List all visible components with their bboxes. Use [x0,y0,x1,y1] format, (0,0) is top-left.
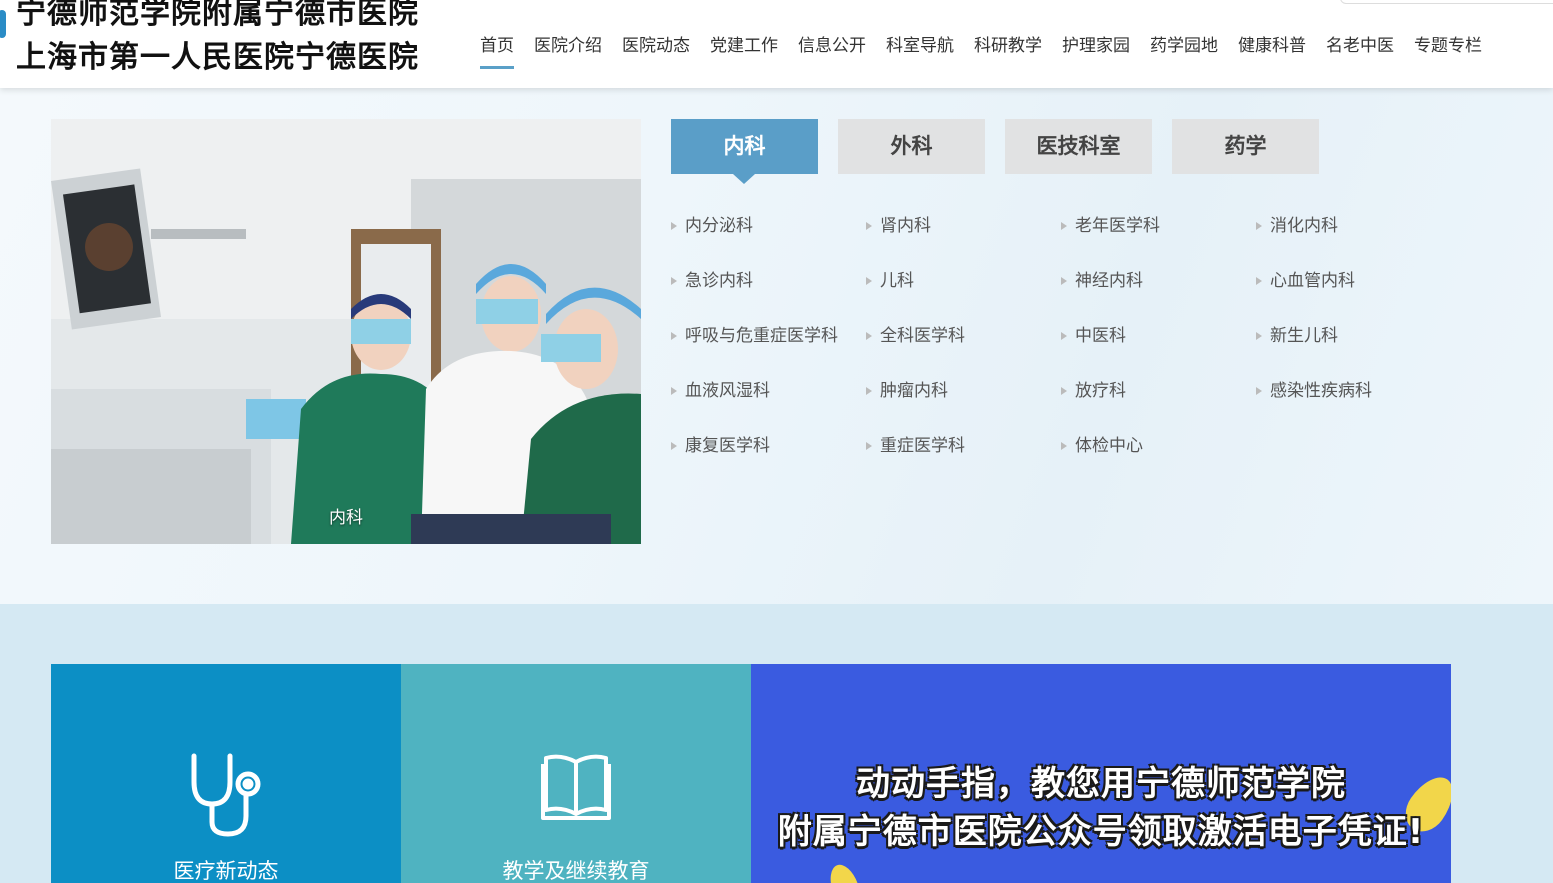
dept-link[interactable]: 感染性疾病科 [1256,375,1451,407]
dept-link[interactable]: 体检中心 [1061,430,1256,462]
tab-medical-technology[interactable]: 医技科室 [1005,119,1152,174]
dept-link[interactable]: 中医科 [1061,320,1256,352]
dept-link[interactable]: 急诊内科 [671,265,866,297]
bullet-icon [671,222,677,230]
tab-internal-medicine[interactable]: 内科 [671,119,818,184]
dept-link[interactable]: 血液风湿科 [671,375,866,407]
bullet-icon [1061,332,1067,340]
promo-banner[interactable]: 动动手指，教您用宁德师范学院 附属宁德市医院公众号领取激活电子凭证! [751,664,1451,883]
department-photo[interactable]: 内科 [51,119,641,544]
bullet-icon [1061,222,1067,230]
nav-item-pharmacy[interactable]: 药学园地 [1140,34,1228,70]
dept-link[interactable]: 儿科 [866,265,1061,297]
nav-item-hospital-news[interactable]: 医院动态 [612,34,700,70]
medical-team-illustration [51,119,641,544]
department-section: 内科 内科 外科 医技科室 药学 内分泌科 肾内科 老年医学科 消化内科 急诊内… [0,88,1553,604]
bullet-icon [866,222,872,230]
nav-item-special-topics[interactable]: 专题专栏 [1404,34,1492,70]
bullet-icon [1256,332,1262,340]
dept-link[interactable]: 老年医学科 [1061,210,1256,242]
site-title-line1[interactable]: 宁德师范学院附属宁德市医院 [16,0,419,32]
dept-link[interactable]: 心血管内科 [1256,265,1451,297]
tab-pharmacy[interactable]: 药学 [1172,119,1319,174]
nav-item-department-guide[interactable]: 科室导航 [876,34,964,70]
nav-item-nursing[interactable]: 护理家园 [1052,34,1140,70]
dept-link[interactable]: 放疗科 [1061,375,1256,407]
search-box-edge[interactable] [1340,0,1553,4]
nav-item-research-teaching[interactable]: 科研教学 [964,34,1052,70]
dept-link[interactable]: 神经内科 [1061,265,1256,297]
dept-link[interactable]: 新生儿科 [1256,320,1451,352]
book-icon [401,752,751,822]
leaf-decoration [824,860,864,883]
dept-link[interactable]: 内分泌科 [671,210,866,242]
site-header: 宁德师范学院附属宁德市医院 上海市第一人民医院宁德医院 首页 医院介绍 医院动态… [0,0,1553,88]
nav-item-home[interactable]: 首页 [470,34,524,70]
nav-item-health-science[interactable]: 健康科普 [1228,34,1316,70]
banner-headline-2: 附属宁德市医院公众号领取激活电子凭证! [777,812,1425,852]
main-nav: 首页 医院介绍 医院动态 党建工作 信息公开 科室导航 科研教学 护理家园 药学… [470,34,1492,70]
nav-item-info-disclosure[interactable]: 信息公开 [788,34,876,70]
education-card[interactable]: 教学及继续教育 [401,664,751,883]
bullet-icon [866,277,872,285]
banner-headline-1: 动动手指，教您用宁德师范学院 [856,764,1346,804]
dept-link[interactable]: 呼吸与危重症医学科 [671,320,866,352]
tab-surgery[interactable]: 外科 [838,119,985,174]
bullet-icon [671,277,677,285]
dept-link[interactable]: 消化内科 [1256,210,1451,242]
logo-mark [0,10,6,38]
nav-item-famous-tcm[interactable]: 名老中医 [1316,34,1404,70]
medical-news-card[interactable]: 医疗新动态 [51,664,401,883]
site-title-line2[interactable]: 上海市第一人民医院宁德医院 [16,32,419,76]
bullet-icon [1256,222,1262,230]
bullet-icon [1061,442,1067,450]
education-label: 教学及继续教育 [502,859,650,883]
bullet-icon [1061,277,1067,285]
dept-link[interactable]: 康复医学科 [671,430,866,462]
dept-link[interactable]: 肾内科 [866,210,1061,242]
bullet-icon [866,387,872,395]
bullet-icon [671,332,677,340]
dept-link[interactable]: 重症医学科 [866,430,1061,462]
bullet-icon [671,442,677,450]
bullet-icon [866,442,872,450]
medical-news-label: 医疗新动态 [173,859,279,883]
department-tabs: 内科 外科 医技科室 药学 [671,119,1339,184]
photo-caption: 内科 [329,508,363,528]
bullet-icon [1256,277,1262,285]
bullet-icon [866,332,872,340]
department-list: 内分泌科 肾内科 老年医学科 消化内科 急诊内科 儿科 神经内科 心血管内科 呼… [671,210,1451,485]
feature-section: 医疗新动态 教学及继续教育 动动手指，教您用宁德师范学院 附属宁德市医院公众号领… [0,604,1553,883]
nav-item-hospital-intro[interactable]: 医院介绍 [524,34,612,70]
nav-item-party-building[interactable]: 党建工作 [700,34,788,70]
dept-link[interactable]: 肿瘤内科 [866,375,1061,407]
bullet-icon [671,387,677,395]
stethoscope-icon [51,752,401,838]
dept-link[interactable]: 全科医学科 [866,320,1061,352]
bullet-icon [1061,387,1067,395]
bullet-icon [1256,387,1262,395]
